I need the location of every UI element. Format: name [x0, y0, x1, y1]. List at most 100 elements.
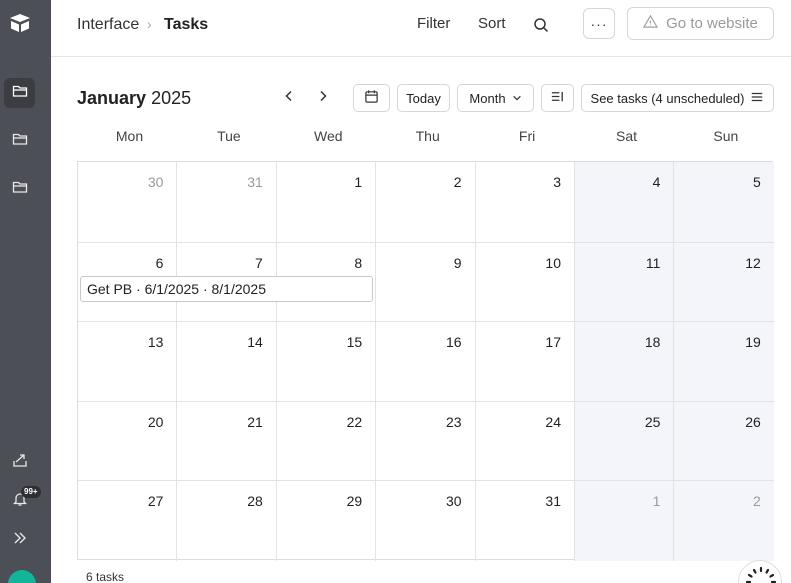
list-icon: [750, 90, 764, 107]
day-number: 10: [545, 255, 561, 271]
month-title: January 2025: [77, 88, 191, 109]
filter-button[interactable]: Filter: [417, 15, 450, 32]
warning-icon: [643, 14, 659, 33]
day-number: 17: [545, 334, 561, 350]
day-number: 15: [346, 334, 363, 350]
today-button[interactable]: Today: [397, 84, 450, 112]
calendar-day-cell[interactable]: 3: [475, 162, 575, 243]
calendar-day-cell[interactable]: 9: [376, 243, 476, 322]
sidebar-folder-3[interactable]: [4, 174, 35, 204]
calendar-day-cell[interactable]: 2: [376, 162, 476, 243]
sidebar-folder-2[interactable]: [4, 126, 35, 156]
date-picker-button[interactable]: [353, 84, 390, 112]
share-icon: [12, 452, 28, 473]
calendar-day-cell[interactable]: 23: [376, 402, 476, 481]
day-number: 30: [147, 174, 164, 190]
loading-spinner-icon: [738, 560, 782, 583]
calendar-day-cell[interactable]: 31: [177, 162, 277, 243]
day-number: 13: [147, 334, 164, 350]
expand-sidebar-button[interactable]: [4, 525, 35, 555]
notification-badge: 99+: [21, 486, 41, 498]
calendar-day-cell[interactable]: 14: [177, 322, 277, 402]
day-number: 9: [453, 255, 462, 271]
logo-icon[interactable]: [8, 11, 32, 35]
calendar-day-cell[interactable]: 17: [475, 322, 575, 402]
more-options-button[interactable]: ···: [583, 8, 615, 39]
month-name: January: [77, 88, 147, 108]
view-label: Month: [469, 90, 506, 106]
calendar-day-cell[interactable]: 21: [177, 402, 277, 481]
calendar-day-cell[interactable]: 25: [575, 402, 675, 481]
calendar-day-cell[interactable]: 10: [475, 243, 575, 322]
calendar-day-cell[interactable]: 29: [277, 481, 377, 561]
calendar-day-cell[interactable]: 12: [674, 243, 774, 322]
day-number: 26: [745, 414, 761, 430]
calendar-day-cell[interactable]: 16: [376, 322, 476, 402]
sidebar: 99+: [0, 0, 51, 583]
calendar-day-cell[interactable]: 27: [78, 481, 178, 561]
calendar-day-cell[interactable]: 22: [276, 402, 377, 481]
calendar-grid: 30 31 1 2 3 4 5 6 7 8 9 10 11 12 13 14 15 16 17 18 19 20 21 22 2…: [77, 161, 774, 561]
calendar-day-cell[interactable]: 19: [674, 322, 774, 402]
day-number: 31: [545, 493, 561, 509]
day-number: 16: [446, 334, 462, 350]
calendar-day-cell[interactable]: 31: [476, 481, 575, 561]
calendar-event[interactable]: Get PB · 6/1/2025 · 8/1/2025: [80, 276, 373, 302]
calendar-day-cell[interactable]: 4: [575, 162, 675, 243]
header: Interface › Tasks Filter Sort ··· Go to …: [51, 0, 791, 57]
day-number: 19: [745, 334, 761, 350]
folder-icon: [12, 83, 28, 104]
sort-button[interactable]: Sort: [478, 15, 506, 32]
folder-icon: [12, 179, 28, 200]
weekday-header: Sat: [615, 128, 637, 144]
weekday-header: Thu: [415, 128, 440, 144]
calendar-day-cell[interactable]: 2: [674, 481, 774, 561]
breadcrumb-root[interactable]: Interface: [77, 16, 139, 34]
day-number: 21: [247, 414, 263, 430]
task-count: 6 tasks: [86, 570, 125, 583]
calendar-day-cell[interactable]: 24: [475, 402, 575, 481]
avatar[interactable]: [8, 570, 36, 583]
calendar-day-cell[interactable]: 28: [177, 481, 277, 561]
share-button[interactable]: [4, 447, 35, 477]
see-tasks-button[interactable]: See tasks (4 unscheduled): [581, 84, 774, 112]
day-number: 11: [645, 255, 661, 271]
day-number: 12: [745, 255, 761, 271]
calendar-day-cell[interactable]: 30: [376, 481, 476, 561]
weekday-header: Fri: [518, 128, 536, 144]
chevron-right-icon: [317, 89, 329, 107]
day-number: 20: [147, 414, 164, 430]
weekday-header: Wed: [314, 128, 343, 144]
day-number: 8: [354, 255, 363, 271]
day-number: 3: [553, 174, 561, 190]
day-number: 28: [247, 493, 263, 509]
calendar-day-cell[interactable]: 13: [78, 322, 178, 402]
day-number: 18: [644, 334, 661, 350]
display-settings-button[interactable]: [541, 84, 574, 112]
calendar-day-cell[interactable]: 15: [276, 322, 377, 402]
go-to-website-button[interactable]: Go to website: [627, 7, 774, 40]
calendar-day-cell[interactable]: 11: [575, 243, 675, 322]
day-number: 30: [446, 493, 462, 509]
calendar-day-cell[interactable]: 26: [674, 402, 774, 481]
calendar-day-cell[interactable]: 18: [575, 322, 675, 402]
day-number: 2: [752, 493, 761, 509]
view-select[interactable]: Month: [457, 84, 534, 112]
next-month-button[interactable]: [313, 88, 333, 108]
weekday-header: Sun: [713, 128, 739, 144]
calendar-day-cell[interactable]: 1: [276, 162, 377, 243]
weekday-header: Mon: [115, 128, 144, 144]
calendar-day-cell[interactable]: 1: [575, 481, 675, 561]
day-number: 7: [254, 255, 263, 271]
calendar-icon: [364, 89, 379, 107]
calendar-day-cell[interactable]: 30: [78, 162, 178, 243]
year: 2025: [151, 88, 192, 108]
go-to-website-label: Go to website: [666, 15, 758, 32]
search-icon[interactable]: [530, 14, 552, 36]
prev-month-button[interactable]: [279, 88, 299, 108]
calendar-day-cell[interactable]: 5: [674, 162, 774, 243]
sidebar-folder-1[interactable]: [4, 78, 35, 108]
day-number: 1: [652, 493, 661, 509]
calendar-day-cell[interactable]: 20: [78, 402, 178, 481]
page-title: Tasks: [164, 16, 209, 33]
